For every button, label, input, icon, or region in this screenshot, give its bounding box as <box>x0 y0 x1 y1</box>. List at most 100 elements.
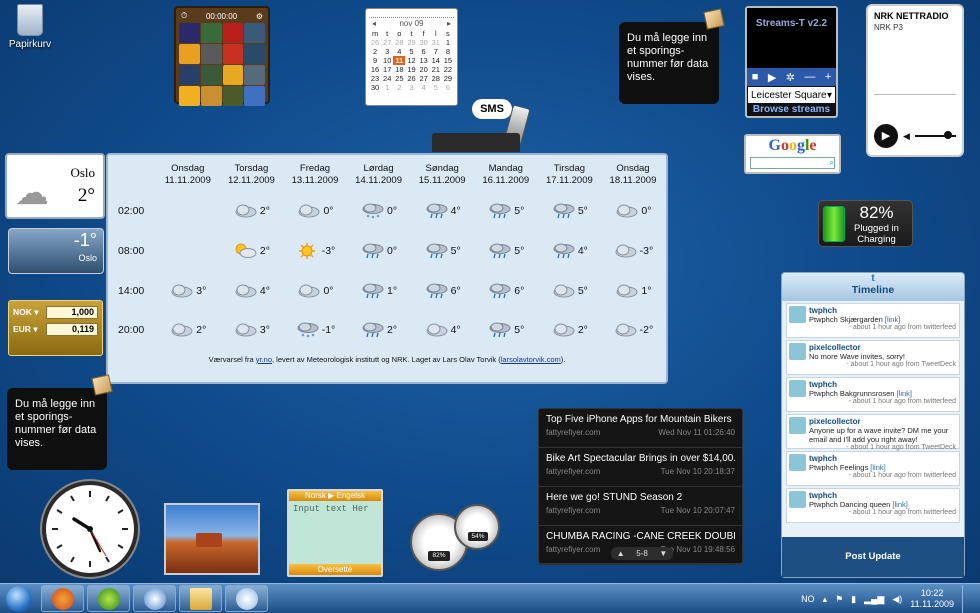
puzzle-grid[interactable] <box>179 23 265 106</box>
volume-knob[interactable] <box>943 131 952 139</box>
tweet-link[interactable]: [link] <box>870 463 885 472</box>
rss-feed-gadget[interactable]: Top Five iPhone Apps for Mountain Bikers… <box>538 408 743 565</box>
calendar-day[interactable]: 19 <box>405 65 417 74</box>
calendar-day[interactable]: 3 <box>381 47 393 56</box>
calendar-day[interactable]: 21 <box>430 65 442 74</box>
google-search-gadget[interactable]: Google ⌕ <box>744 134 841 174</box>
analog-clock-gadget[interactable] <box>42 481 138 577</box>
calendar-day[interactable]: 26 <box>405 74 417 83</box>
calendar-day[interactable]: 3 <box>405 83 417 92</box>
puzzle-tile[interactable] <box>200 65 222 85</box>
puzzle-tile[interactable] <box>179 23 200 43</box>
puzzle-tile[interactable] <box>200 86 222 106</box>
rss-item[interactable]: Top Five iPhone Apps for Mountain Bikers… <box>539 409 742 448</box>
taskbar-spotify[interactable] <box>87 585 130 612</box>
taskbar-messenger[interactable] <box>133 585 176 612</box>
puzzle-tile[interactable] <box>179 86 200 106</box>
avatar[interactable] <box>789 343 806 360</box>
nrk-nettradio-gadget[interactable]: NRK NETTRADIO NRK P3 ▶ ◀ <box>866 4 964 157</box>
tweet-username[interactable]: twphch <box>809 454 956 463</box>
tweet-link[interactable]: [link] <box>897 389 912 398</box>
avatar[interactable] <box>789 306 806 323</box>
calendar-day[interactable]: 8 <box>442 47 454 56</box>
calendar-day[interactable]: 26 <box>369 38 381 47</box>
weather-mini-gadget[interactable]: ☁ Oslo 2° <box>5 153 105 219</box>
calendar-day[interactable]: 29 <box>405 38 417 47</box>
calendar-day[interactable]: 29 <box>442 74 454 83</box>
calendar-day[interactable]: 17 <box>381 65 393 74</box>
puzzle-tile[interactable] <box>222 23 244 43</box>
picture-puzzle-gadget[interactable]: ⏱ 00:00:00 ⚙ <box>174 6 270 106</box>
puzzle-options-icon[interactable]: ⚙ <box>256 12 263 21</box>
prev-month-icon[interactable]: ◂ <box>372 19 376 28</box>
volume-down-icon[interactable]: — <box>804 71 815 83</box>
calendar-day[interactable]: 25 <box>393 74 405 83</box>
calendar-day[interactable]: 2 <box>393 83 405 92</box>
calendar-day[interactable]: 20 <box>418 65 430 74</box>
calendar-day[interactable]: 27 <box>381 38 393 47</box>
calendar-day[interactable]: 2 <box>369 47 381 56</box>
calendar-day[interactable]: 15 <box>442 56 454 65</box>
puzzle-tile[interactable] <box>244 86 265 106</box>
play-button[interactable]: ▶ <box>874 124 898 148</box>
rss-item[interactable]: Bike Art Spectacular Brings in over $14,… <box>539 448 742 487</box>
puzzle-tile[interactable] <box>179 44 200 64</box>
tweet-item[interactable]: pixelcollector Anyone up for a wave invit… <box>786 414 960 451</box>
from-currency-select[interactable]: NOK ▾ <box>13 307 39 318</box>
calendar-day[interactable]: 22 <box>442 65 454 74</box>
avatar[interactable] <box>789 417 806 434</box>
calendar-day[interactable]: 11 <box>393 56 406 65</box>
tweet-item[interactable]: pixelcollector No more Wave invites, sorr… <box>786 340 960 375</box>
calendar-day[interactable]: 23 <box>369 74 381 83</box>
start-button[interactable] <box>0 584 38 613</box>
puzzle-tile[interactable] <box>244 23 265 43</box>
tweet-link[interactable]: [link] <box>885 315 900 324</box>
weather-gadget-small[interactable]: -1° Oslo <box>8 228 104 274</box>
taskbar-firefox[interactable] <box>41 585 84 612</box>
calendar-day[interactable]: 14 <box>430 56 442 65</box>
tweet-username[interactable]: pixelcollector <box>809 417 956 426</box>
flag-icon[interactable]: ⚑ <box>835 594 843 605</box>
calendar-day[interactable]: 6 <box>442 83 454 92</box>
tweet-username[interactable]: twphch <box>809 306 956 315</box>
puzzle-tile[interactable] <box>222 44 244 64</box>
language-indicator[interactable]: NO <box>801 594 815 604</box>
calendar-day[interactable]: 4 <box>393 47 405 56</box>
calendar-day[interactable]: 13 <box>418 56 430 65</box>
streams-radio-gadget[interactable]: Streams-T v2.2 ■ ▶ ✲ — + Leicester Squar… <box>745 6 838 118</box>
calendar-day[interactable]: 7 <box>430 47 442 56</box>
browse-streams-link[interactable]: Browse streams <box>747 104 836 115</box>
battery-tray-icon[interactable]: ▮ <box>851 594 856 605</box>
translate-input[interactable]: Input text Her <box>289 501 381 517</box>
volume-slider[interactable] <box>914 131 956 139</box>
next-page-icon[interactable]: ▼ <box>659 549 667 558</box>
recycle-bin-shortcut[interactable]: Papirkurv <box>6 4 54 50</box>
calendar-day[interactable]: 30 <box>418 38 430 47</box>
taskbar-paint[interactable] <box>225 585 268 612</box>
puzzle-tile[interactable] <box>222 65 244 85</box>
calendar-day[interactable]: 30 <box>369 83 381 92</box>
post-update-button[interactable]: Post Update <box>782 551 964 562</box>
settings-icon[interactable]: ✲ <box>786 71 795 84</box>
search-icon[interactable]: ⌕ <box>830 158 834 168</box>
currency-converter-gadget[interactable]: NOK ▾ 1,000 EUR ▾ 0,119 <box>8 300 103 356</box>
calendar-day[interactable]: 28 <box>393 38 405 47</box>
rss-item[interactable]: Here we go! STUND Season 2 fattyrefiyer.c… <box>539 487 742 526</box>
avatar[interactable] <box>789 380 806 397</box>
tweet-item[interactable]: twphch Ptwphch Skjærgarden [link] - about … <box>786 303 960 338</box>
avatar[interactable] <box>789 491 806 508</box>
calendar-day[interactable]: 27 <box>418 74 430 83</box>
puzzle-tile[interactable] <box>179 65 200 85</box>
calendar-day[interactable]: 24 <box>381 74 393 83</box>
google-search-input[interactable]: ⌕ <box>750 157 835 169</box>
tracking-note-gadget[interactable]: Du må legge inn et sporings-nummer før d… <box>619 8 725 104</box>
calendar-day[interactable]: 1 <box>381 83 393 92</box>
tweet-username[interactable]: twphch <box>809 380 956 389</box>
calendar-day[interactable]: 18 <box>393 65 405 74</box>
puzzle-tile[interactable] <box>222 86 244 106</box>
show-desktop-button[interactable] <box>962 585 972 613</box>
calendar-day[interactable]: 10 <box>381 56 393 65</box>
puzzle-tile[interactable] <box>244 44 265 64</box>
from-amount-input[interactable]: 1,000 <box>46 306 98 319</box>
sms-gadget-bubble[interactable]: SMS <box>472 99 512 119</box>
